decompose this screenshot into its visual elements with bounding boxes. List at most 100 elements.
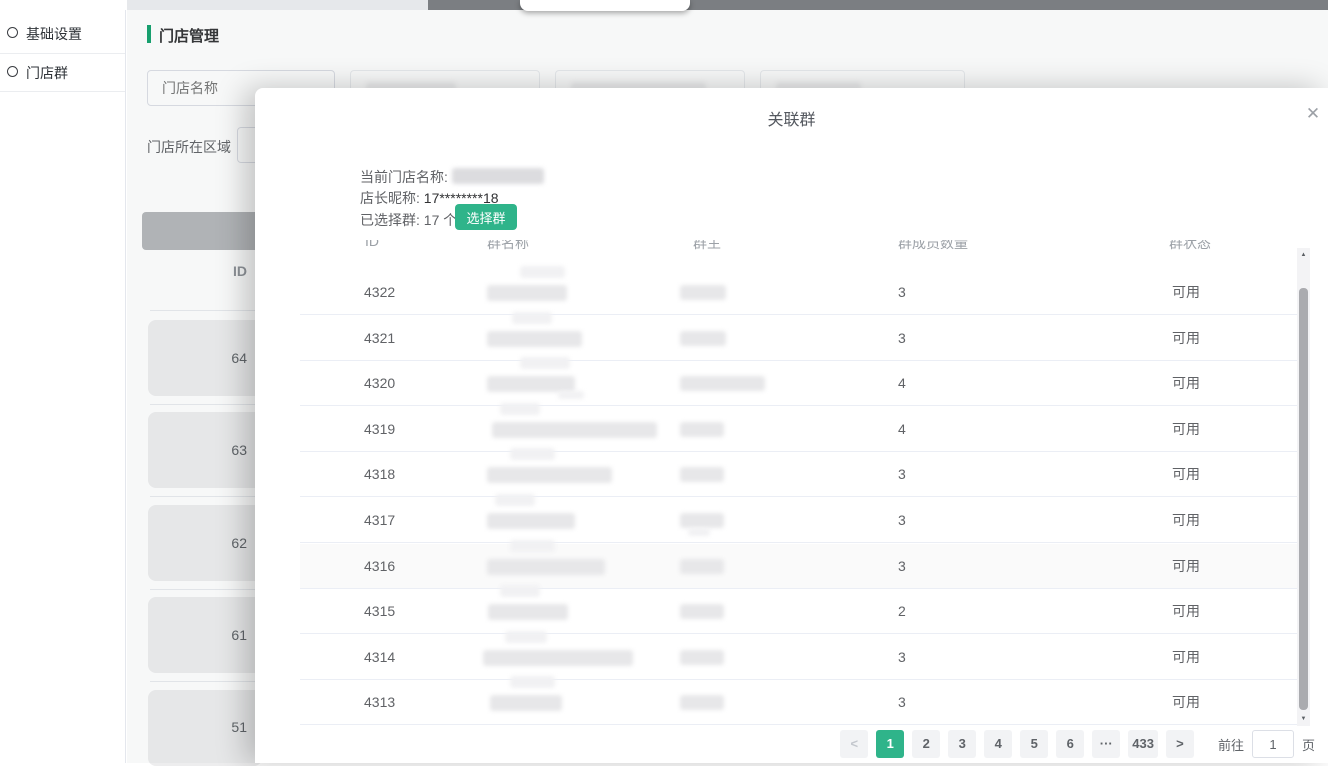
cell-status: 可用 xyxy=(1172,330,1200,346)
redacted-text xyxy=(680,559,724,574)
sidebar-item-store-groups[interactable]: 门店群 xyxy=(0,54,125,92)
cell-status: 可用 xyxy=(1172,694,1200,710)
store-name-label: 当前门店名称: xyxy=(360,169,448,185)
table-row[interactable]: 4313 3 可用 xyxy=(300,676,1300,725)
selected-groups-label: 已选择群: 17 个 xyxy=(360,212,458,228)
table-row[interactable]: 4319 4 可用 xyxy=(300,403,1300,452)
cell-members: 4 xyxy=(898,421,906,437)
redacted-text xyxy=(490,695,562,711)
redacted-text xyxy=(500,403,540,415)
redacted-text xyxy=(510,676,555,688)
page-button-433[interactable]: 433 xyxy=(1128,730,1158,758)
page-button-2[interactable]: 2 xyxy=(912,730,941,758)
divider xyxy=(150,589,262,590)
col-header-members: 群成员数量 xyxy=(898,240,968,251)
cell-members: 3 xyxy=(898,694,906,710)
prev-page-button[interactable]: < xyxy=(840,730,869,758)
sidebar-item-label: 门店群 xyxy=(26,65,68,81)
col-header-owner: 群主 xyxy=(693,240,721,251)
top-strip-light xyxy=(127,0,428,10)
redacted-text xyxy=(680,331,726,346)
region-label: 门店所在区域 xyxy=(147,139,231,155)
scroll-up-icon[interactable]: ▲ xyxy=(1297,252,1310,258)
more-pages-icon[interactable]: ··· xyxy=(1092,730,1121,758)
cell-id: 4321 xyxy=(364,330,396,346)
redacted-text xyxy=(512,312,552,324)
pagination: < 1 2 3 4 5 6 ··· 433 > 前往 页 xyxy=(840,730,1315,758)
table-scrollbar[interactable]: ▲ ▼ xyxy=(1297,248,1310,726)
cell-id: 4322 xyxy=(364,284,396,300)
page-title: 门店管理 xyxy=(159,28,220,45)
close-icon[interactable]: ✕ xyxy=(1301,102,1325,126)
cell-members: 3 xyxy=(898,284,906,300)
cell-status: 可用 xyxy=(1172,649,1200,665)
sidebar-item-basic-settings[interactable]: 基础设置 xyxy=(0,15,125,53)
table-row[interactable]: 4318 3 可用 xyxy=(300,448,1300,497)
redacted-text xyxy=(510,540,555,552)
page-button-4[interactable]: 4 xyxy=(984,730,1013,758)
table-row[interactable]: 4315 2 可用 xyxy=(300,585,1300,634)
redacted-text xyxy=(483,650,633,666)
page-button-6[interactable]: 6 xyxy=(1056,730,1085,758)
jump-suffix: 页 xyxy=(1301,737,1315,753)
redacted-text xyxy=(520,266,565,278)
cell-status: 可用 xyxy=(1172,284,1200,300)
scroll-down-icon[interactable]: ▼ xyxy=(1297,716,1310,722)
redacted-text xyxy=(680,695,724,710)
table-row[interactable]: 4321 3 可用 xyxy=(300,312,1300,361)
cell-id: 4313 xyxy=(364,694,396,710)
redacted-text xyxy=(680,513,724,528)
redacted-text xyxy=(688,528,710,536)
redacted-text xyxy=(487,285,567,301)
cell-id: 4315 xyxy=(364,603,396,619)
redacted-text xyxy=(488,604,568,620)
table-row[interactable]: 4317 3 可用 xyxy=(300,494,1300,543)
radio-circle-icon xyxy=(7,66,18,77)
cell-members: 3 xyxy=(898,558,906,574)
cell-members: 3 xyxy=(898,649,906,665)
col-header-status: 群状态 xyxy=(1169,240,1211,251)
associated-groups-modal: 关联群 ✕ 当前门店名称: 店长昵称: 17********18 已选择群: 1… xyxy=(255,88,1328,763)
manager-label: 店长昵称: xyxy=(360,190,420,206)
cell-members: 2 xyxy=(898,603,906,619)
page-button-3[interactable]: 3 xyxy=(948,730,977,758)
cell-status: 可用 xyxy=(1172,421,1200,437)
bg-row-id: 62 xyxy=(231,535,247,551)
redacted-text xyxy=(510,448,555,460)
bg-table-id-header: ID xyxy=(233,263,247,279)
redacted-text xyxy=(500,585,540,597)
redacted-text xyxy=(487,513,575,529)
redacted-text xyxy=(680,376,765,391)
cell-id: 4316 xyxy=(364,558,396,574)
top-toast xyxy=(520,0,690,11)
redacted-text xyxy=(680,467,724,482)
redacted-text xyxy=(520,357,570,369)
cell-members: 3 xyxy=(898,512,906,528)
divider xyxy=(150,681,262,682)
sidebar-item-label: 基础设置 xyxy=(26,26,82,42)
cell-members: 4 xyxy=(898,375,906,391)
page-button-1[interactable]: 1 xyxy=(876,730,905,758)
title-marker xyxy=(147,25,151,43)
cell-id: 4318 xyxy=(364,466,396,482)
scrollbar-thumb[interactable] xyxy=(1299,288,1308,710)
col-header-id: ID xyxy=(365,240,379,249)
page-button-5[interactable]: 5 xyxy=(1020,730,1049,758)
table-row[interactable]: 4320 4 可用 xyxy=(300,357,1300,406)
cell-id: 4317 xyxy=(364,512,396,528)
table-row[interactable]: 4316 3 可用 xyxy=(300,540,1300,589)
redacted-text xyxy=(495,494,535,506)
divider xyxy=(150,310,262,311)
table-row[interactable]: 4322 3 可用 xyxy=(300,266,1300,315)
redacted-text xyxy=(487,376,575,392)
divider xyxy=(0,91,125,92)
select-group-button[interactable]: 选择群 xyxy=(455,204,517,230)
table-row[interactable]: 4314 3 可用 xyxy=(300,631,1300,680)
cell-status: 可用 xyxy=(1172,558,1200,574)
cell-status: 可用 xyxy=(1172,466,1200,482)
next-page-button[interactable]: > xyxy=(1165,730,1194,758)
redacted-store-name xyxy=(452,168,544,184)
page-jump-input[interactable] xyxy=(1251,730,1294,758)
cell-members: 3 xyxy=(898,330,906,346)
cell-status: 可用 xyxy=(1172,512,1200,528)
